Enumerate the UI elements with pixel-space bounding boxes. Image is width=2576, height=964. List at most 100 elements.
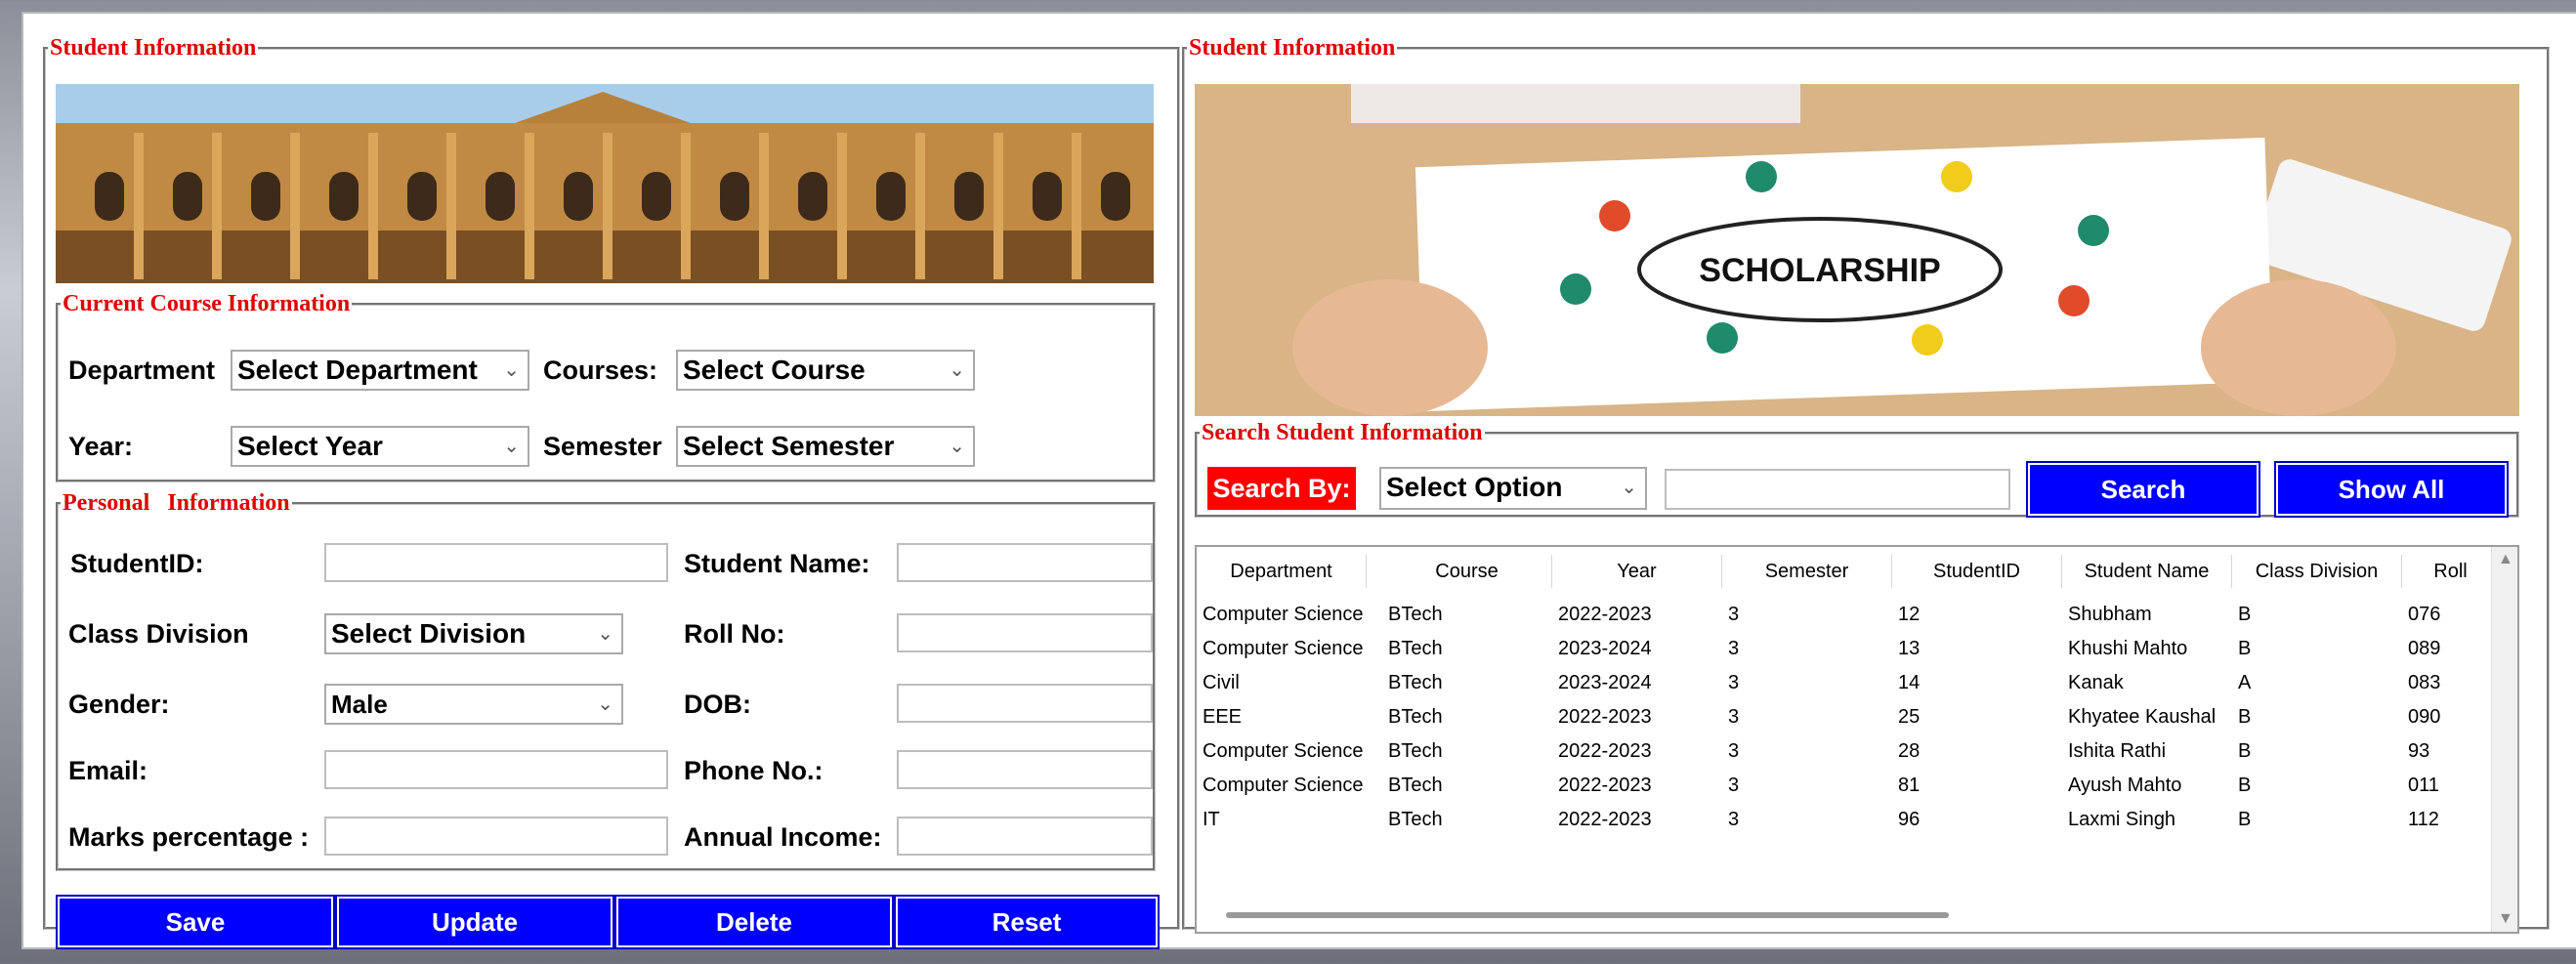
table-cell: 011 — [2408, 775, 2439, 796]
search-option-select[interactable]: Select Option ⌄ — [1379, 467, 1647, 510]
delete-button[interactable]: Delete — [614, 895, 894, 949]
column-header[interactable]: Semester — [1722, 555, 1892, 588]
gender-select[interactable]: Male ⌄ — [324, 684, 623, 725]
table-row[interactable]: Computer Science BTech 2023-2024 3 13 Khushi … — [1197, 632, 2467, 665]
table-cell: 3 — [1728, 706, 1740, 728]
table-cell: BTech — [1388, 809, 1443, 830]
table-cell: Khyatee Kaushal — [2068, 706, 2217, 728]
column-header[interactable]: Class Division — [2232, 555, 2402, 588]
table-cell: Ayush Mahto — [2068, 775, 2182, 796]
table-cell: 3 — [1728, 775, 1740, 796]
show-all-button[interactable]: Show All — [2274, 461, 2509, 518]
table-cell: 2022-2023 — [1558, 604, 1652, 625]
table-cell: 3 — [1728, 672, 1740, 693]
student-id-input[interactable] — [324, 543, 668, 582]
department-label: Department — [68, 356, 216, 385]
chevron-down-icon: ⌄ — [597, 623, 613, 645]
semester-select-value: Select Semester — [683, 431, 895, 461]
gender-select-value: Male — [331, 690, 388, 719]
table-cell: 3 — [1728, 604, 1740, 625]
dob-input[interactable] — [897, 684, 1153, 723]
reset-button[interactable]: Reset — [894, 895, 1160, 949]
class-division-select[interactable]: Select Division ⌄ — [324, 613, 623, 654]
table-cell: B — [2238, 706, 2252, 728]
table-cell: B — [2238, 740, 2252, 762]
table-cell: 2022-2023 — [1558, 740, 1652, 762]
annual-income-input[interactable] — [897, 817, 1153, 856]
column-header[interactable]: Year — [1552, 555, 1722, 588]
table-cell: Khushi Mahto — [2068, 638, 2188, 659]
main-window: Student Information Current Course Infor… — [21, 12, 2576, 949]
year-select[interactable]: Select Year ⌄ — [231, 426, 529, 467]
table-row[interactable]: IT BTech 2022-2023 3 96 Laxmi Singh B 112 — [1197, 803, 2467, 836]
table-cell: B — [2238, 775, 2252, 796]
save-button[interactable]: Save — [56, 895, 335, 949]
marks-percentage-label: Marks percentage : — [68, 822, 310, 852]
column-header[interactable]: Course — [1382, 555, 1552, 588]
table-cell: 28 — [1898, 740, 1921, 762]
table-cell: BTech — [1388, 638, 1443, 659]
email-input[interactable] — [324, 750, 668, 789]
right-student-info-panel: Student Information SCHOLARSHIP Search S… — [1182, 35, 2550, 934]
table-row[interactable]: Civil BTech 2023-2024 3 14 Kanak A 083 — [1197, 666, 2467, 699]
horizontal-scrollbar[interactable] — [1226, 912, 1949, 918]
column-header[interactable]: Department — [1197, 555, 1367, 588]
personal-info-section: Personal Information StudentID: Student … — [56, 490, 1156, 871]
vertical-scrollbar[interactable]: ▲ ▼ — [2491, 547, 2517, 932]
update-button[interactable]: Update — [335, 895, 614, 949]
column-header[interactable]: Student Name — [2062, 555, 2232, 588]
table-cell: 083 — [2408, 672, 2441, 693]
year-label: Year: — [68, 432, 134, 461]
table-row[interactable]: Computer Science BTech 2022-2023 3 12 Shubham… — [1197, 598, 2467, 631]
table-cell: Shubham — [2068, 604, 2152, 625]
table-cell: BTech — [1388, 604, 1443, 625]
table-cell: 3 — [1728, 809, 1740, 830]
table-cell: 2022-2023 — [1558, 809, 1652, 830]
table-cell: 2023-2024 — [1558, 672, 1652, 693]
chevron-down-icon: ⌄ — [597, 693, 613, 715]
table-cell: EEE — [1203, 706, 1243, 728]
left-student-info-panel: Student Information Current Course Infor… — [43, 35, 1180, 949]
table-row[interactable]: EEE BTech 2022-2023 3 25 Khyatee Kaushal B 090 — [1197, 700, 2467, 733]
gender-label: Gender: — [68, 690, 170, 719]
table-cell: Kanak — [2068, 672, 2124, 693]
scholarship-image: SCHOLARSHIP — [1195, 84, 2519, 416]
courses-select[interactable]: Select Course ⌄ — [676, 350, 975, 391]
semester-label: Semester — [543, 432, 662, 461]
table-cell: 12 — [1898, 604, 1921, 625]
search-text-input[interactable] — [1665, 469, 2010, 510]
table-cell: Civil — [1203, 672, 1240, 693]
table-cell: 090 — [2408, 706, 2441, 728]
scroll-up-icon[interactable]: ▲ — [2498, 551, 2513, 568]
table-cell: Computer Science — [1203, 775, 1364, 796]
search-by-label: Search By: — [1207, 467, 1356, 510]
table-cell: Computer Science — [1203, 740, 1364, 762]
search-button[interactable]: Search — [2026, 461, 2260, 518]
department-select[interactable]: Select Department ⌄ — [231, 350, 529, 391]
column-header[interactable]: Roll — [2402, 555, 2500, 588]
left-panel-legend: Student Information — [50, 35, 257, 61]
scholarship-illustration: SCHOLARSHIP — [1195, 84, 2519, 416]
phone-input[interactable] — [897, 750, 1153, 789]
column-header[interactable]: StudentID — [1892, 555, 2062, 588]
chevron-down-icon: ⌄ — [949, 436, 965, 457]
chevron-down-icon: ⌄ — [1621, 477, 1637, 498]
table-cell: 3 — [1728, 740, 1740, 762]
courses-label: Courses: — [543, 356, 658, 385]
personal-info-legend: Personal Information — [63, 490, 290, 516]
semester-select[interactable]: Select Semester ⌄ — [676, 426, 975, 467]
student-name-input[interactable] — [897, 543, 1153, 582]
phone-label: Phone No.: — [684, 756, 823, 785]
class-division-label: Class Division — [68, 619, 249, 649]
table-row[interactable]: Computer Science BTech 2022-2023 3 81 Ayush M… — [1197, 769, 2467, 802]
student-table[interactable]: Department Course Year Semester StudentID Stu… — [1195, 545, 2519, 934]
courses-select-value: Select Course — [683, 355, 866, 385]
table-row[interactable]: Computer Science BTech 2022-2023 3 28 Ishita … — [1197, 734, 2467, 768]
dob-label: DOB: — [684, 690, 751, 719]
roll-no-input[interactable] — [897, 613, 1153, 652]
table-cell: B — [2238, 604, 2252, 625]
marks-percentage-input[interactable] — [324, 817, 668, 856]
scroll-down-icon[interactable]: ▼ — [2498, 910, 2513, 928]
student-name-label: Student Name: — [684, 549, 870, 578]
table-cell: B — [2238, 809, 2252, 830]
